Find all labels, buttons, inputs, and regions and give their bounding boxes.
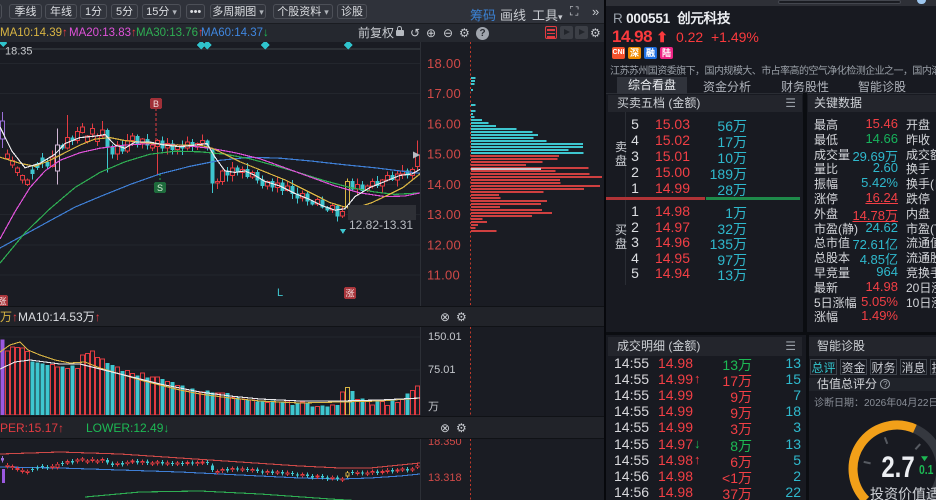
svg-text:涨: 涨 bbox=[0, 297, 7, 307]
svg-text:12.82-13.31: 12.82-13.31 bbox=[349, 218, 413, 232]
svg-text:S: S bbox=[157, 183, 163, 193]
svg-text:14.00: 14.00 bbox=[427, 177, 461, 192]
svg-text:涨: 涨 bbox=[345, 289, 354, 299]
svg-text:18.350: 18.350 bbox=[428, 439, 462, 448]
svg-text:18.35: 18.35 bbox=[5, 46, 33, 58]
svg-text:16.00: 16.00 bbox=[427, 117, 461, 132]
svg-text:B: B bbox=[153, 99, 159, 109]
svg-text:11.00: 11.00 bbox=[427, 268, 460, 283]
svg-text:万: 万 bbox=[428, 401, 439, 413]
svg-text:13.00: 13.00 bbox=[427, 207, 461, 222]
svg-text:2.7: 2.7 bbox=[881, 449, 914, 483]
svg-text:0.1: 0.1 bbox=[919, 463, 934, 477]
svg-text:15.00: 15.00 bbox=[427, 147, 461, 162]
svg-text:13.318: 13.318 bbox=[428, 472, 462, 484]
svg-text:17.00: 17.00 bbox=[427, 86, 461, 101]
svg-text:75.01: 75.01 bbox=[428, 364, 456, 376]
svg-text:12.00: 12.00 bbox=[427, 237, 461, 252]
svg-text:18.00: 18.00 bbox=[427, 56, 461, 71]
svg-text:150.01: 150.01 bbox=[428, 331, 462, 343]
svg-text:L: L bbox=[277, 287, 283, 299]
